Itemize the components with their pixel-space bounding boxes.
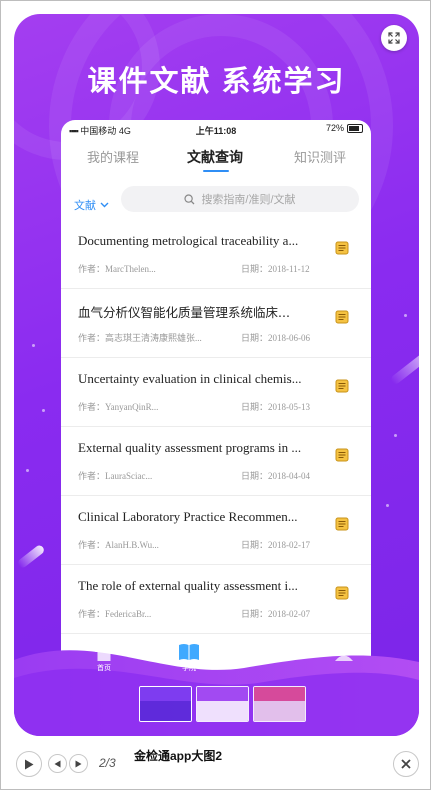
thumbnail-3[interactable] — [253, 686, 306, 722]
item-date: 2018-11-12 — [268, 264, 310, 274]
nav-label: 学院 — [182, 665, 196, 672]
light-streak — [389, 341, 419, 386]
author-prefix: 作者： — [78, 540, 106, 550]
image-counter: 2/3 — [99, 756, 116, 770]
list-item[interactable]: 血气分析仪智能化质量管理系统临床... 作者：高志琪王清涛康熙雄张... 日期：… — [61, 289, 371, 358]
nav-home[interactable]: 首页 — [93, 642, 115, 673]
nav-profile[interactable] — [333, 642, 355, 662]
document-icon[interactable] — [335, 586, 349, 600]
tab-literature-search[interactable]: 文献查询 — [187, 147, 243, 167]
document-icon[interactable] — [335, 379, 349, 393]
item-title: Clinical Laboratory Practice Recommen... — [78, 509, 298, 524]
sparkle-dot — [386, 504, 389, 507]
date-prefix: 日期： — [241, 333, 269, 343]
tab-bar: 我的课程 文献查询 知识测评 — [61, 144, 371, 174]
date-prefix: 日期： — [241, 540, 269, 550]
close-icon — [401, 759, 411, 769]
item-author: 高志琪王清涛康熙雄张... — [105, 333, 202, 343]
item-date: 2018-02-07 — [268, 609, 311, 619]
thumbnail-2[interactable] — [196, 686, 249, 722]
author-prefix: 作者： — [78, 333, 106, 343]
item-date: 2018-06-06 — [268, 333, 311, 343]
home-icon — [95, 644, 113, 661]
filter-dropdown[interactable]: 文献 — [74, 197, 109, 213]
image-caption: 金检通app大图2 — [134, 749, 223, 763]
document-icon[interactable] — [335, 241, 349, 255]
planet-icon — [256, 645, 282, 659]
nav-planet[interactable] — [256, 642, 282, 662]
nav-label: 首页 — [97, 665, 111, 672]
sparkle-dot — [404, 314, 407, 317]
date-prefix: 日期： — [241, 402, 269, 412]
clock: 上午11:08 — [195, 126, 237, 136]
close-button[interactable] — [393, 751, 419, 777]
item-date: 2018-02-17 — [268, 540, 311, 550]
list-item[interactable]: External quality assessment programs in … — [61, 427, 371, 496]
expand-icon — [388, 32, 400, 44]
date-prefix: 日期： — [241, 264, 269, 274]
item-author: FedericaBr... — [105, 609, 152, 619]
author-prefix: 作者： — [78, 609, 106, 619]
tab-my-courses[interactable]: 我的课程 — [87, 147, 139, 166]
user-icon — [335, 643, 353, 661]
search-icon — [184, 193, 195, 204]
nav-academy[interactable]: 学院 — [177, 642, 201, 673]
active-tab-indicator — [203, 170, 229, 172]
thumbnail-strip — [139, 686, 309, 722]
sparkle-dot — [26, 469, 29, 472]
next-button[interactable] — [69, 754, 88, 773]
sparkle-dot — [394, 434, 397, 437]
item-author: AlanH.B.Wu... — [105, 540, 159, 550]
thumbnail-1[interactable] — [139, 686, 192, 722]
play-icon — [25, 759, 34, 769]
prev-button[interactable] — [48, 754, 67, 773]
chevron-down-icon — [100, 202, 109, 208]
author-prefix: 作者： — [78, 471, 106, 481]
headline: 课件文献 系统学习 — [87, 66, 346, 98]
battery-icon — [347, 123, 363, 133]
search-placeholder: 搜索指南/准则/文献 — [201, 194, 296, 206]
next-icon — [75, 760, 82, 767]
tab-knowledge-test[interactable]: 知识测评 — [294, 147, 346, 166]
item-date: 2018-04-04 — [268, 471, 311, 481]
lightbox: 课件文献 系统学习 ▪▪▪▪ 中国移动 4G 上午11:08 72% 我的课程 … — [0, 0, 431, 790]
document-icon[interactable] — [335, 517, 349, 531]
item-author: MarcThelen... — [105, 264, 156, 274]
status-bar: ▪▪▪▪ 中国移动 4G 上午11:08 72% — [61, 120, 371, 138]
item-title: The role of external quality assessment … — [78, 578, 298, 593]
list-item[interactable]: Uncertainty evaluation in clinical chemi… — [61, 358, 371, 427]
author-prefix: 作者： — [78, 264, 106, 274]
document-icon[interactable] — [335, 310, 349, 324]
slide-image: 课件文献 系统学习 ▪▪▪▪ 中国移动 4G 上午11:08 72% 我的课程 … — [14, 14, 419, 736]
prev-icon — [54, 760, 61, 767]
literature-list: Documenting metrological traceability a.… — [61, 220, 371, 634]
item-author: LauraSciac... — [105, 471, 153, 481]
book-icon — [179, 644, 199, 660]
phone-screen: ▪▪▪▪ 中国移动 4G 上午11:08 72% 我的课程 文献查询 知识测评 … — [61, 120, 371, 680]
item-date: 2018-05-13 — [268, 402, 311, 412]
date-prefix: 日期： — [241, 609, 269, 619]
document-icon[interactable] — [335, 448, 349, 462]
date-prefix: 日期： — [241, 471, 269, 481]
author-prefix: 作者： — [78, 402, 106, 412]
item-title: Documenting metrological traceability a.… — [78, 233, 299, 248]
item-author: YanyanQinR... — [105, 402, 159, 412]
item-title: External quality assessment programs in … — [78, 440, 302, 455]
sparkle-dot — [42, 409, 45, 412]
item-title: Uncertainty evaluation in clinical chemi… — [78, 371, 302, 386]
list-item[interactable]: Clinical Laboratory Practice Recommen...… — [61, 496, 371, 565]
sparkle-dot — [32, 344, 35, 347]
search-input[interactable]: 搜索指南/准则/文献 — [121, 186, 359, 212]
gallery-controls: 2/3 金检通app大图2 — [1, 744, 431, 784]
play-button[interactable] — [16, 751, 42, 777]
list-item[interactable]: Documenting metrological traceability a.… — [61, 220, 371, 289]
bottom-nav: 首页 学院 — [61, 642, 371, 678]
item-title: 血气分析仪智能化质量管理系统临床... — [78, 305, 290, 320]
light-streak — [16, 543, 46, 570]
battery-percent: 72% — [325, 123, 344, 133]
filter-label: 文献 — [74, 200, 96, 212]
expand-button[interactable] — [381, 25, 407, 51]
